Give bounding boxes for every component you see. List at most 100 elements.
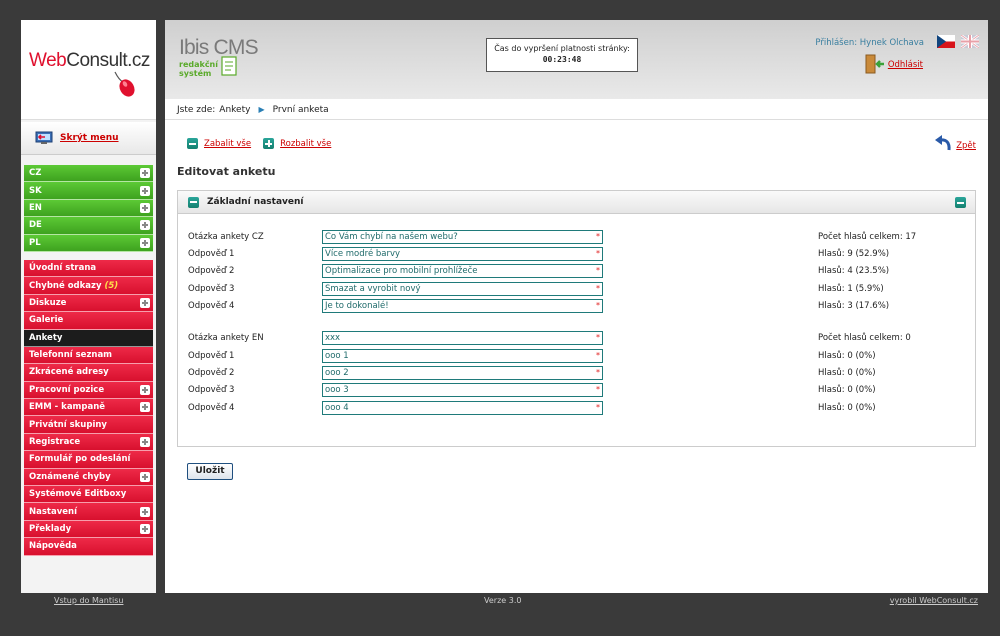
mantis-link[interactable]: Vstup do Mantisu [54,596,123,605]
plus-icon[interactable] [140,202,150,213]
collapse-section-icon[interactable] [188,196,199,208]
nav-item-telefonni-seznam[interactable]: Telefonní seznam [24,346,153,365]
nav-item-chybne-odkazy[interactable]: Chybné odkazy (5) [24,277,153,295]
required-mark: * [596,403,600,412]
answer-input[interactable]: Smazat a vyrobit nový * [322,282,603,296]
form-row: Odpověď 3 ooo 3 * Hlasů: 0 (0%) [188,383,968,397]
logged-in-user: Přihlášen: Hynek Olchava [815,38,924,48]
lang-item-pl[interactable]: PL [24,234,153,252]
nav-item-registrace[interactable]: Registrace [24,433,153,452]
nav-item-formular[interactable]: Formulář po odeslání [24,451,153,469]
field-label: Odpověď 1 [188,351,235,361]
nav-label: Galerie [29,315,64,326]
expand-all-icon[interactable] [263,138,275,149]
form-row: Odpověď 3 Smazat a vyrobit nový * Hlasů: … [188,282,968,296]
logo[interactable]: WebConsult.cz [21,20,156,120]
document-icon [221,56,237,76]
lang-item-en[interactable]: EN [24,199,153,218]
plus-icon[interactable] [140,384,150,395]
nav-label: EMM - kampaně [29,402,106,413]
plus-icon[interactable] [140,168,150,179]
nav-label: Ankety [29,332,63,343]
nav-item-emm-kampane[interactable]: EMM - kampaně [24,399,153,417]
answer-input[interactable]: Více modré barvy * [322,247,603,261]
collapse-all-link[interactable]: Zabalit vše [204,139,251,149]
breadcrumb-item-ankety[interactable]: Ankety [219,105,250,115]
collapse-all-icon[interactable] [187,138,198,149]
back-control[interactable]: Zpět [933,134,976,152]
lang-label: PL [29,237,41,248]
plus-icon[interactable] [140,237,150,248]
field-label: Odpověď 3 [188,385,235,395]
lang-item-cz[interactable]: CZ [24,165,153,183]
back-link[interactable]: Zpět [956,141,976,151]
panel-title: Základní nastavení [207,197,304,207]
answer-input[interactable]: Optimalizace pro mobilní prohlížeče * [322,264,603,278]
nav-item-napoveda[interactable]: Nápověda [24,538,153,556]
collapse-icon[interactable] [955,197,966,208]
vote-stat: Hlasů: 9 (52.9%) [818,249,890,259]
logo-text: WebConsult.cz [29,50,150,71]
nav-item-uvodni-strana[interactable]: Úvodní strana [24,259,153,278]
save-button[interactable]: Uložit [187,463,233,480]
breadcrumb: Jste zde: Ankety ▶ První anketa [165,100,988,120]
nav-item-zkracene-adresy[interactable]: Zkrácené adresy [24,364,153,382]
nav-item-preklady[interactable]: Překlady [24,520,153,539]
plus-icon[interactable] [140,297,150,308]
footer: Vstup do Mantisu Verze 3.0 vyrobil WebCo… [0,596,1000,610]
cms-title: Ibis CMS [179,36,259,59]
required-mark: * [596,301,600,310]
nav-label: Překlady [29,524,72,534]
nav-item-privatni-skupiny[interactable]: Privátní skupiny [24,416,153,434]
nav-item-pracovni-pozice[interactable]: Pracovní pozice [24,381,153,400]
lang-item-de[interactable]: DE [24,217,153,235]
header: Ibis CMS redakční systém Čas do vypršení… [165,20,988,99]
answer-input[interactable]: ooo 1 * [322,349,603,363]
main-nav: Úvodní strana Chybné odkazy (5) Diskuze … [24,259,153,556]
czech-flag-icon[interactable] [937,35,955,48]
uk-flag-icon[interactable] [961,35,979,48]
back-arrow-icon[interactable] [933,134,953,152]
cms-subtitle: redakční systém [179,60,218,78]
logout-icon[interactable] [864,54,886,74]
question-en-input[interactable]: xxx * [322,331,603,345]
nav-label: Úvodní strana [29,263,97,274]
plus-icon[interactable] [140,402,150,413]
plus-icon[interactable] [140,506,150,517]
hide-menu-link[interactable]: Skrýt menu [60,133,119,143]
plus-icon[interactable] [140,220,150,231]
plus-icon[interactable] [140,437,150,448]
nav-item-oznamene-chyby[interactable]: Oznámené chyby [24,468,153,487]
answer-input[interactable]: ooo 2 * [322,366,603,380]
lang-item-sk[interactable]: SK [24,182,153,200]
nav-label: Telefonní seznam [29,350,113,361]
plus-icon[interactable] [140,471,150,482]
panel-header[interactable]: Základní nastavení [178,191,975,214]
settings-panel: Základní nastavení Otázka ankety CZ Co V… [177,190,976,447]
made-by-link[interactable]: vyrobil WebConsult.cz [890,596,978,605]
plus-icon[interactable] [140,524,150,534]
breadcrumb-arrow-icon: ▶ [258,105,265,114]
logout-link[interactable]: Odhlásit [888,60,923,70]
plus-icon[interactable] [140,185,150,196]
nav-item-ankety[interactable]: Ankety [24,329,153,347]
nav-item-diskuze[interactable]: Diskuze [24,294,153,313]
nav-label: Privátní skupiny [29,419,107,430]
lang-label: CZ [29,168,42,179]
nav-label: Diskuze [29,297,67,308]
vote-stat: Hlasů: 0 (0%) [818,385,876,395]
question-cz-input[interactable]: Co Vám chybí na našem webu? * [322,230,603,244]
required-mark: * [596,333,600,342]
nav-item-galerie[interactable]: Galerie [24,312,153,330]
hide-menu[interactable]: Skrýt menu [21,122,156,155]
nav-item-nastaveni[interactable]: Nastavení [24,503,153,521]
nav-label: Zkrácené adresy [29,367,109,378]
nav-label: Oznámené chyby [29,471,111,482]
answer-input[interactable]: ooo 3 * [322,383,603,397]
vote-stat: Počet hlasů celkem: 0 [818,333,911,343]
expand-all-link[interactable]: Rozbalit vše [280,139,331,149]
nav-item-systemove-editboxy[interactable]: Systémové Editboxy [24,486,153,504]
nav-label: Nastavení [29,506,77,517]
answer-input[interactable]: ooo 4 * [322,401,603,415]
answer-input[interactable]: Je to dokonalé! * [322,299,603,313]
